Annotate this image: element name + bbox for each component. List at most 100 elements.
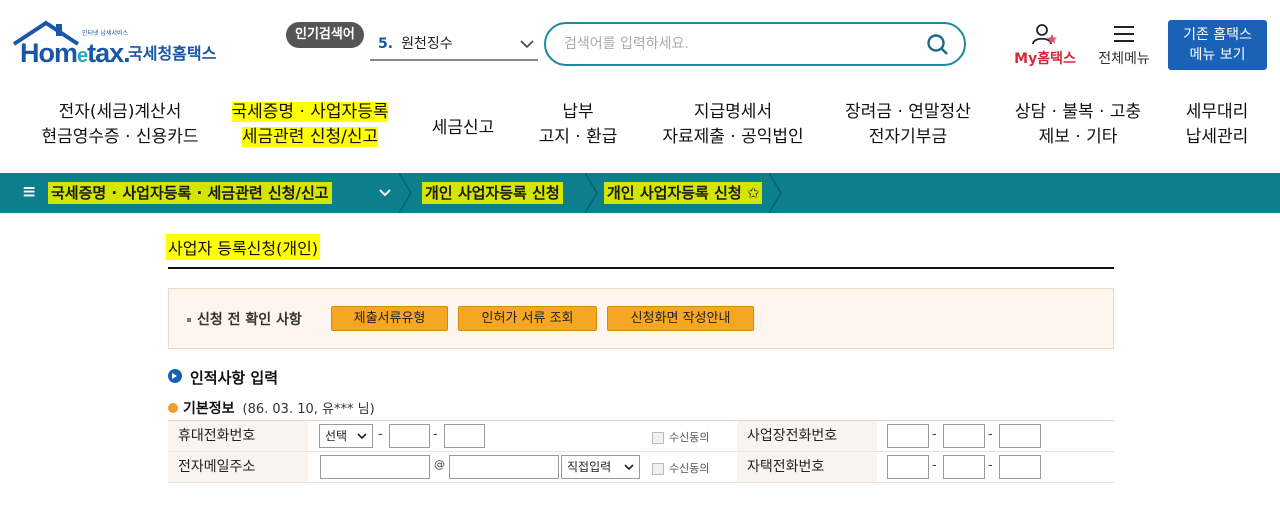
search-box — [544, 22, 966, 66]
nav-item-incentives[interactable]: 장려금 · 연말정산 전자기부금 — [832, 100, 984, 160]
nav-item-line2: 고지 · 환급 — [538, 127, 618, 147]
dash: - — [433, 427, 438, 442]
nav-item-line1: 국세증명 · 사업자등록 — [231, 102, 389, 122]
popular-search-select[interactable]: 5. 원천징수 — [370, 28, 538, 61]
nav-item-tax-filing[interactable]: 세금신고 — [418, 100, 508, 160]
home-phone-middle-input[interactable] — [943, 455, 985, 479]
mobile-prefix-select[interactable]: 선택 — [319, 424, 373, 448]
menu-icon[interactable]: ≡ — [22, 182, 36, 202]
permit-lookup-button[interactable]: 인허가 서류 조회 — [458, 306, 597, 331]
nav-item-certificates[interactable]: 국세증명 · 사업자등록 세금관련 신청/신고 — [220, 100, 400, 160]
all-menu-button[interactable]: 전체메뉴 — [1092, 22, 1156, 72]
logo-tagline: 인터넷 납세서비스 — [82, 30, 129, 37]
consent-label: 수신동의 — [669, 431, 710, 444]
nav-item-line2: 자료제출 · 공익법인 — [662, 127, 804, 147]
breadcrumb-item-section[interactable]: 개인 사업자등록 신청 — [422, 173, 563, 213]
hamburger-icon — [1114, 26, 1134, 42]
mobile-label: 휴대전화번호 — [168, 421, 308, 451]
precheck-label: 신청 전 확인 사항 — [187, 309, 302, 329]
my-hometax-link[interactable]: My홈택스 — [1010, 22, 1080, 72]
email-domain-select[interactable]: 직접입력 — [561, 455, 640, 479]
nav-item-line1: 지급명세서 — [693, 102, 773, 122]
breadcrumb-separator-icon — [584, 173, 598, 213]
nav-item-line1: 전자(세금)계산서 — [58, 102, 182, 122]
nav-item-line2: 전자기부금 — [868, 127, 948, 147]
breadcrumb-separator-icon — [768, 173, 782, 213]
email-id-input[interactable] — [320, 455, 430, 479]
select-value: 직접입력 — [567, 460, 612, 474]
popular-rank: 5. — [378, 36, 394, 52]
mobile-last-input[interactable] — [444, 424, 485, 448]
hometax-logo[interactable]: 인터넷 납세서비스 Hometax. 국세청홈택스 — [12, 20, 227, 70]
mobile-consent-checkbox[interactable]: 수신동의 — [652, 429, 709, 445]
nav-item-tax-agent[interactable]: 세무대리 납세관리 — [1172, 100, 1262, 160]
breadcrumb-label: 개인 사업자등록 신청 — [422, 182, 563, 204]
dash: - — [988, 427, 993, 442]
arrow-circle-icon — [168, 369, 182, 383]
dash: - — [932, 427, 937, 442]
nav-item-line2: 세금관련 신청/신고 — [241, 127, 379, 147]
breadcrumb: ≡ 국세증명 · 사업자등록 · 세금관련 신청/신고 개인 사업자등록 신청 … — [0, 173, 1280, 213]
page-title: 사업자 등록신청(개인) — [166, 234, 321, 260]
mobile-middle-input[interactable] — [389, 424, 430, 448]
favorite-star-icon[interactable]: ✩ — [747, 184, 760, 202]
old-menu-button[interactable]: 기존 홈택스 메뉴 보기 — [1168, 20, 1267, 70]
dash: - — [378, 427, 383, 442]
logo-korean-name: 국세청홈택스 — [128, 44, 217, 63]
basic-info-label: 기본정보 — [183, 401, 235, 417]
business-phone-middle-input[interactable] — [943, 424, 985, 448]
chevron-down-icon[interactable] — [378, 173, 392, 213]
breadcrumb-label: 개인 사업자등록 신청 — [607, 184, 742, 202]
user-star-icon — [1032, 24, 1057, 45]
select-value: 선택 — [325, 429, 348, 443]
search-input[interactable] — [564, 32, 914, 56]
chevron-down-icon — [357, 425, 367, 454]
header: 인터넷 납세서비스 Hometax. 국세청홈택스 인기검색어 5. 원천징수 M… — [0, 0, 1280, 88]
my-hometax-label: My홈택스 — [1014, 51, 1076, 67]
at-sign: @ — [434, 458, 445, 471]
email-consent-checkbox[interactable]: 수신동의 — [652, 460, 709, 476]
popular-term: 원천징수 — [401, 36, 453, 52]
breadcrumb-item-current[interactable]: 개인 사업자등록 신청 ✩ — [604, 173, 763, 213]
nav-item-line1: 세금신고 — [431, 118, 495, 138]
home-phone-area-input[interactable] — [887, 455, 929, 479]
nav-item-payment[interactable]: 납부 고지 · 환급 — [528, 100, 628, 160]
form-row-mobile: 휴대전화번호 선택 - - 수신동의 사업장전화번호 - - — [168, 421, 1114, 452]
nav-item-line1: 장려금 · 연말정산 — [845, 102, 971, 122]
chevron-down-icon — [520, 28, 534, 74]
business-phone-label: 사업장전화번호 — [737, 421, 877, 451]
dash: - — [988, 458, 993, 473]
nav-item-line1: 상담 · 불복 · 고충 — [1014, 102, 1142, 122]
dash: - — [932, 458, 937, 473]
precheck-box: 신청 전 확인 사항 제출서류유형 인허가 서류 조회 신청화면 작성안내 — [168, 288, 1114, 349]
nav-item-line1: 납부 — [562, 102, 594, 122]
nav-item-line2: 납세관리 — [1185, 127, 1249, 147]
form-row-email: 전자메일주소 @ 직접입력 수신동의 자택전화번호 - - — [168, 452, 1114, 483]
email-label: 전자메일주소 — [168, 452, 308, 482]
business-phone-area-input[interactable] — [887, 424, 929, 448]
nav-item-line2: 제보 · 기타 — [1038, 127, 1118, 147]
breadcrumb-item-category[interactable]: 국세증명 · 사업자등록 · 세금관련 신청/신고 — [48, 173, 332, 213]
home-phone-last-input[interactable] — [999, 455, 1041, 479]
nav-item-line2: 현금영수증 · 신용카드 — [41, 127, 199, 147]
basic-info-detail: (86. 03. 10, 유*** 님) — [242, 402, 375, 417]
document-types-button[interactable]: 제출서류유형 — [331, 306, 448, 331]
home-phone-label: 자택전화번호 — [737, 452, 877, 482]
business-phone-last-input[interactable] — [999, 424, 1041, 448]
breadcrumb-label: 국세증명 · 사업자등록 · 세금관련 신청/신고 — [48, 182, 332, 204]
title-divider — [168, 267, 1114, 269]
old-menu-line1: 기존 홈택스 — [1183, 27, 1252, 43]
nav-item-consultation[interactable]: 상담 · 불복 · 고충 제보 · 기타 — [1002, 100, 1154, 160]
nav-item-e-invoice[interactable]: 전자(세금)계산서 현금영수증 · 신용카드 — [30, 100, 210, 160]
search-icon[interactable] — [926, 33, 950, 61]
guide-button[interactable]: 신청화면 작성안내 — [607, 306, 754, 331]
nav-item-payment-statements[interactable]: 지급명세서 자료제출 · 공익법인 — [648, 100, 818, 160]
email-domain-input[interactable] — [449, 455, 559, 479]
personal-info-form: 휴대전화번호 선택 - - 수신동의 사업장전화번호 - - 전자메일주소 @ … — [168, 420, 1114, 483]
basic-info-title: 기본정보 (86. 03. 10, 유*** 님) — [168, 398, 375, 418]
chevron-down-icon — [624, 456, 634, 485]
bullet-icon — [168, 403, 178, 413]
old-menu-line2: 메뉴 보기 — [1189, 47, 1246, 63]
nav-item-line1: 세무대리 — [1185, 102, 1249, 122]
breadcrumb-separator-icon — [398, 173, 412, 213]
